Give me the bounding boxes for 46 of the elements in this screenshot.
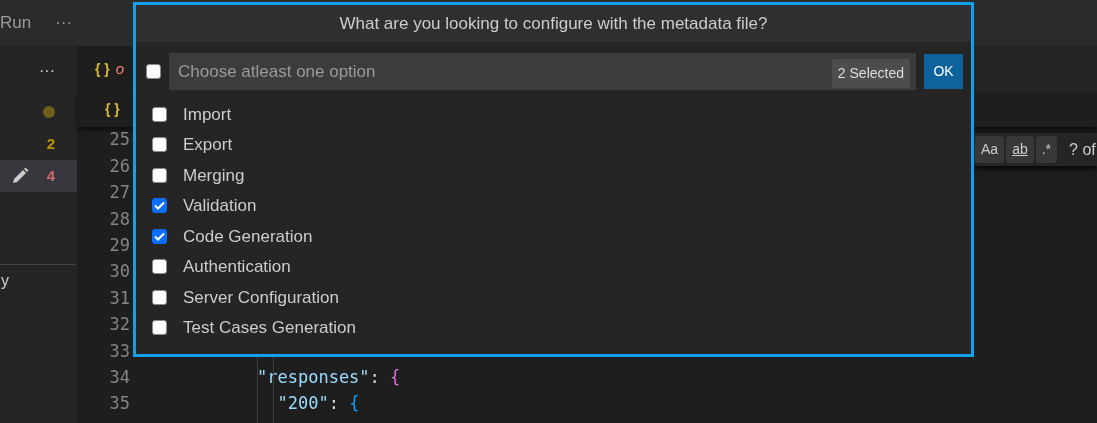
checkbox[interactable] [146, 64, 161, 79]
option-label: Test Cases Generation [183, 317, 356, 339]
find-option-toggle[interactable]: .* [1035, 136, 1058, 163]
option-label: Import [183, 103, 232, 126]
line-number: 35 [108, 392, 130, 416]
checkbox[interactable] [152, 106, 167, 122]
menu-item[interactable]: Run [0, 10, 32, 36]
line-number: 27 [108, 181, 130, 205]
dialog-title: What are you looking to configure with the metadata file? [136, 5, 971, 42]
more-icon[interactable]: ··· [39, 59, 55, 83]
option-label: Code Generation [183, 225, 313, 248]
ok-button[interactable]: OK [924, 54, 963, 89]
checkbox[interactable] [152, 259, 167, 275]
checkbox[interactable] [152, 198, 167, 214]
match-count: ? of [1069, 139, 1096, 160]
line-number: 25 [108, 128, 130, 152]
line-number: 29 [108, 234, 130, 257]
line-number: 28 [108, 207, 130, 231]
checkbox[interactable] [152, 228, 167, 244]
option-label: Validation [183, 195, 257, 217]
checkbox[interactable] [152, 320, 167, 336]
option-label: Server Configuration [183, 286, 339, 309]
checkbox[interactable] [152, 167, 167, 183]
find-option-toggle[interactable]: Aa [975, 136, 1005, 163]
line-number: 33 [108, 339, 130, 363]
editor-tab[interactable]: { } o [77, 46, 135, 92]
change-count: 4 [46, 165, 55, 186]
line-number: 32 [108, 313, 130, 337]
option-label: Export [183, 134, 233, 156]
code-line: "200": { [276, 392, 360, 416]
checkbox[interactable] [152, 137, 167, 153]
line-number: 34 [108, 365, 130, 389]
json-icon: { } [105, 99, 120, 120]
line-number: 30 [108, 260, 130, 284]
change-count: 2 [46, 133, 55, 154]
selection-count: 2 Selected [831, 59, 910, 88]
find-option-toggle[interactable]: ab [1006, 136, 1034, 163]
code-line: "responses": { [257, 365, 401, 389]
line-number: 26 [108, 154, 130, 178]
option-label: Authentication [183, 256, 291, 278]
section-title: y [1, 271, 9, 291]
line-number: 31 [108, 286, 130, 310]
more-icon[interactable]: ··· [55, 10, 73, 36]
pencil-icon [10, 167, 29, 185]
checkbox[interactable] [152, 289, 167, 305]
option-label: Merging [183, 164, 245, 187]
